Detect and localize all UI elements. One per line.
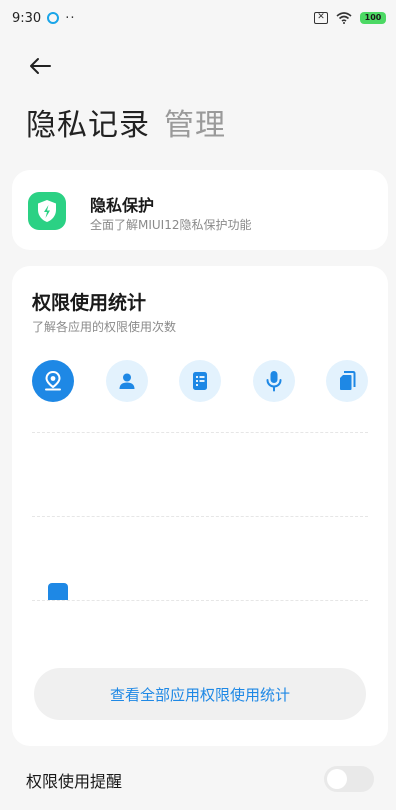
permission-type-selector: [32, 360, 368, 404]
usage-bar-chart: [32, 414, 368, 614]
status-time: 9:30: [12, 10, 42, 26]
tab-privacy-records[interactable]: 隐私记录: [26, 100, 150, 144]
wifi-icon: [336, 9, 352, 28]
chart-gridline: [32, 516, 368, 517]
call-log-permission-button[interactable]: [179, 360, 221, 402]
chart-gridline: [32, 600, 368, 601]
permission-reminder-toggle[interactable]: [324, 766, 374, 792]
contacts-permission-button[interactable]: [105, 360, 148, 402]
page-title: 隐私记录 管理: [26, 100, 226, 143]
microphone-permission-button[interactable]: [252, 360, 295, 402]
privacy-card-subtitle: 全面了解MIUI12隐私保护功能: [90, 218, 252, 232]
stats-card-subtitle: 了解各应用的权限使用次数: [32, 320, 177, 334]
toggle-knob: [327, 769, 347, 789]
stats-card-title: 权限使用统计: [32, 292, 147, 314]
storage-permission-button[interactable]: [326, 360, 368, 402]
app-notification-icon: [47, 12, 60, 24]
location-icon: [45, 370, 61, 391]
view-all-permission-stats-button[interactable]: 查看全部应用权限使用统计: [34, 668, 366, 720]
tab-management[interactable]: 管理: [164, 100, 226, 144]
status-dots: ··: [65, 10, 76, 26]
permission-reminder-label: 权限使用提醒: [26, 772, 123, 791]
storage-icon: [340, 371, 356, 390]
chart-gridline: [32, 432, 368, 433]
location-permission-button[interactable]: [32, 360, 74, 402]
status-bar: 9:30 ·· ✕ 100: [0, 0, 396, 36]
call-log-icon: [193, 372, 207, 390]
shield-icon: [28, 192, 66, 230]
arrow-left-icon: [30, 58, 51, 74]
sim-x-icon: ✕: [314, 12, 328, 24]
chart-bar: [48, 583, 68, 600]
microphone-icon: [266, 371, 281, 392]
contacts-icon: [119, 373, 134, 389]
back-button[interactable]: [26, 52, 54, 80]
status-left: 9:30 ··: [12, 11, 75, 26]
status-right: ✕ 100: [314, 9, 386, 28]
privacy-protection-card[interactable]: 隐私保护 全面了解MIUI12隐私保护功能: [12, 170, 388, 250]
permission-stats-card: 权限使用统计 了解各应用的权限使用次数 查看全部应用权限使用统计: [12, 266, 388, 746]
battery-icon: 100: [360, 12, 386, 24]
privacy-card-title: 隐私保护: [90, 196, 155, 215]
